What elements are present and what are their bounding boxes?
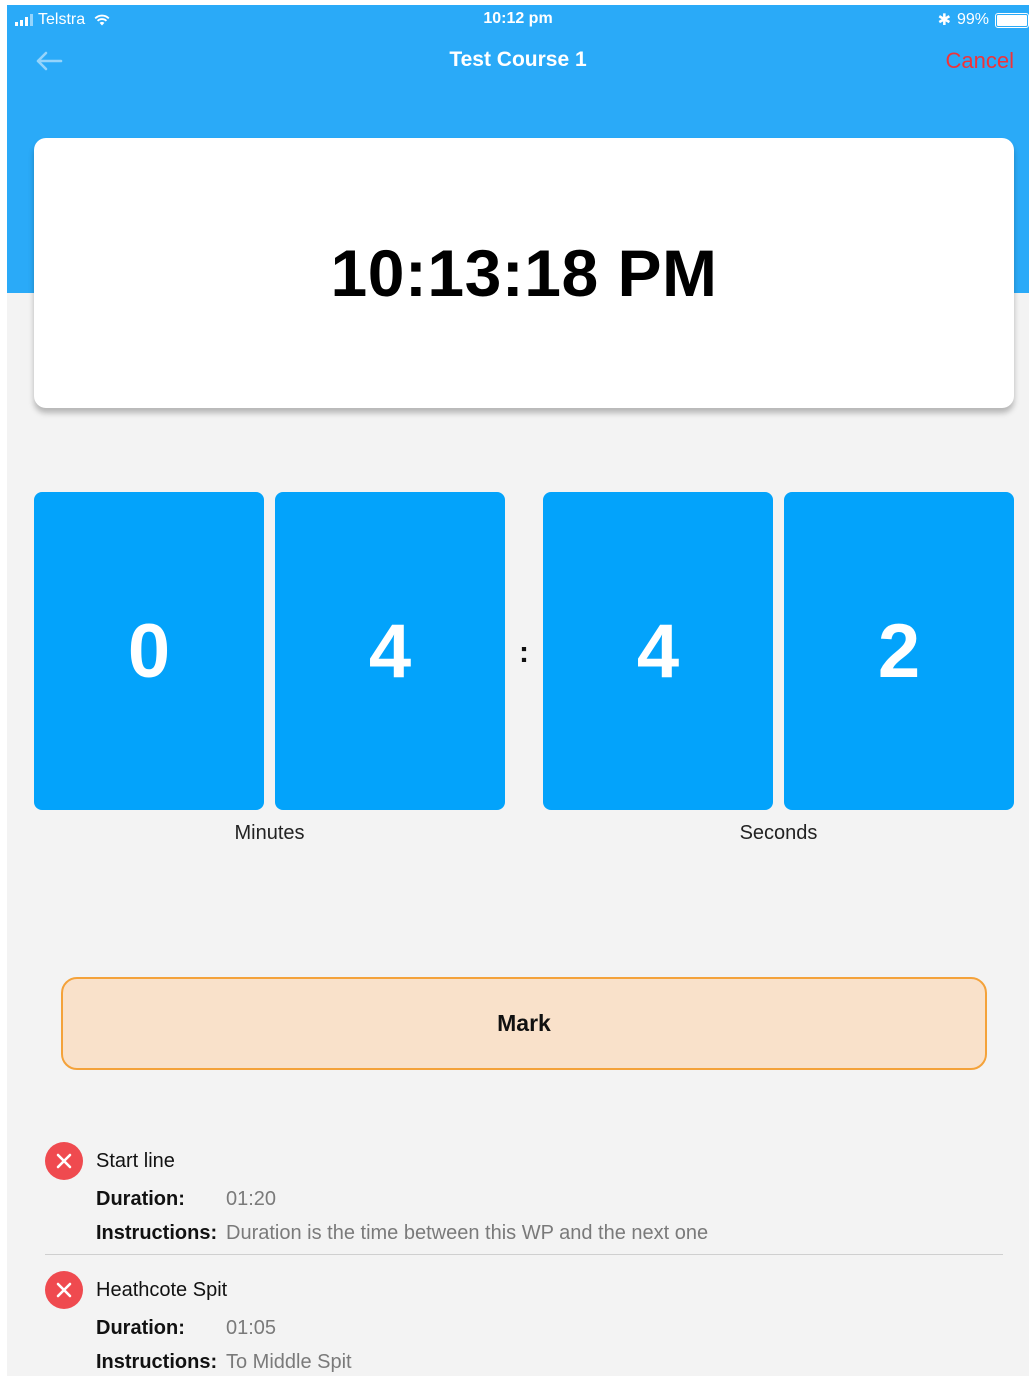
seconds-tens-digit: 4 (543, 492, 773, 810)
list-item: Start line Duration: 01:20 Instructions:… (45, 1140, 1003, 1254)
duration-value: 01:20 (226, 1187, 277, 1210)
time-separator: : (519, 636, 529, 669)
remove-icon[interactable] (45, 1142, 83, 1180)
instructions-label: Instructions: (96, 1350, 218, 1373)
waypoint-header: Start line (45, 1140, 1003, 1182)
duration-row: Duration: 01:20 (45, 1182, 1003, 1216)
instructions-value: Duration is the time between this WP and… (226, 1221, 709, 1244)
duration-label: Duration: (96, 1316, 185, 1339)
app-screen: Telstra 10:12 pm ✱ 99% Test Course 1 Can… (0, 0, 1029, 1376)
instructions-row: Instructions: Duration is the time betwe… (45, 1216, 1003, 1250)
instructions-label: Instructions: (96, 1221, 218, 1244)
navigation-bar: Test Course 1 Cancel (7, 40, 1029, 84)
battery-percent: 99% (956, 11, 989, 28)
battery-fill (997, 14, 1027, 26)
minutes-tens-digit: 0 (34, 492, 264, 810)
screen-edge (0, 0, 7, 1376)
page-title: Test Course 1 (449, 48, 587, 71)
cancel-button[interactable]: Cancel (946, 48, 1014, 74)
status-right: ✱ 99% (938, 10, 1029, 30)
mark-button[interactable]: Mark (61, 977, 987, 1070)
waypoint-name: Heathcote Spit (96, 1278, 228, 1301)
duration-row: Duration: 01:05 (45, 1311, 1003, 1345)
instructions-row: Instructions: To Middle Spit (45, 1345, 1003, 1376)
instructions-value: To Middle Spit (226, 1350, 352, 1373)
status-time: 10:12 pm (483, 10, 553, 27)
duration-label: Duration: (96, 1187, 185, 1210)
waypoint-header: Heathcote Spit (45, 1269, 1003, 1311)
current-time: 10:13:18 PM (330, 236, 718, 310)
waypoint-list: Start line Duration: 01:20 Instructions:… (45, 1140, 1003, 1376)
duration-value: 01:05 (226, 1316, 277, 1339)
status-bar: Telstra 10:12 pm ✱ 99% (7, 5, 1029, 33)
seconds-label: Seconds (739, 822, 818, 844)
minutes-ones-digit: 4 (275, 492, 505, 810)
battery-icon (995, 12, 1029, 28)
clock-card: 10:13:18 PM (34, 138, 1014, 408)
waypoint-name: Start line (96, 1149, 175, 1172)
close-icon (56, 1153, 72, 1169)
remove-icon[interactable] (45, 1271, 83, 1309)
seconds-ones-digit: 2 (784, 492, 1014, 810)
close-icon (56, 1282, 72, 1298)
list-item: Heathcote Spit Duration: 01:05 Instructi… (45, 1254, 1003, 1376)
bluetooth-icon: ✱ (937, 12, 951, 29)
minutes-label: Minutes (234, 822, 305, 844)
